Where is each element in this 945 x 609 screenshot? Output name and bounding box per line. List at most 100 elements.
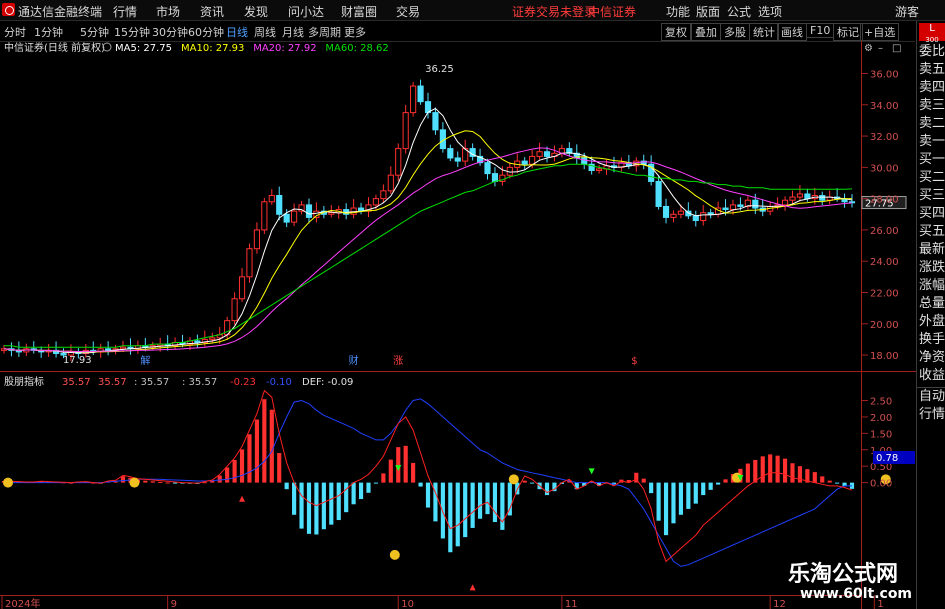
ma60-line	[4, 163, 853, 348]
indicator-legend-value: : 35.57	[182, 377, 217, 388]
indicator-tick-label: 2.50	[870, 396, 892, 407]
sidebar-item-outer[interactable]: 外盘	[917, 313, 945, 331]
candle-body	[305, 204, 313, 218]
x-tick-label: 11	[565, 599, 578, 609]
ma20-line	[3, 147, 853, 353]
indicator-bar	[686, 482, 691, 509]
sidebar-item-buy4[interactable]: 买四	[917, 205, 945, 223]
indicator-bar	[336, 482, 341, 521]
price-tick-label: 26.00	[870, 226, 899, 237]
menu-function[interactable]: 功能	[666, 3, 690, 20]
ma-legend-item: MA5: 27.75	[115, 43, 172, 54]
indicator-bar	[656, 482, 661, 521]
indicator-legend-value: 35.57	[98, 377, 127, 388]
sidebar-item-auto[interactable]: 自动	[917, 387, 945, 406]
watermark-title: 乐淘公式网	[788, 562, 899, 587]
menu-item-wealth[interactable]: 财富圈	[341, 3, 377, 20]
menu-formula[interactable]: 公式	[727, 3, 751, 20]
menu-item-trade[interactable]: 交易	[396, 3, 420, 20]
candle-body	[581, 157, 588, 165]
sidebar-item-sell2[interactable]: 卖二	[917, 115, 945, 133]
candle-body	[291, 210, 298, 223]
candle-body	[796, 193, 804, 198]
menu-layout[interactable]: 版面	[696, 3, 720, 20]
candle-body	[313, 210, 320, 218]
indicator-bar	[262, 399, 267, 483]
menu-item-news[interactable]: 资讯	[200, 3, 224, 20]
login-notice[interactable]: 证券交易未登录	[512, 3, 596, 20]
min-price-label: 17.93	[63, 355, 92, 366]
down-arrow-icon	[588, 468, 595, 475]
indicator-bar	[247, 434, 252, 483]
indicator-bar	[403, 445, 408, 483]
indicator-bar	[225, 467, 230, 483]
menu-options[interactable]: 选项	[758, 3, 782, 20]
expand-icon[interactable]: □	[892, 43, 901, 54]
indicator-bar	[775, 455, 780, 483]
candle-body	[752, 199, 759, 209]
broker-name[interactable]: 中信证券	[588, 3, 636, 20]
indicator-bar	[753, 459, 758, 483]
candle-body	[692, 215, 699, 222]
indicator-bar	[217, 475, 222, 483]
event-mark: 解	[140, 354, 150, 367]
indicator-bar	[827, 480, 832, 483]
indicator-bar	[835, 482, 840, 484]
sidebar-item-buy5[interactable]: 买五	[917, 223, 945, 241]
sidebar-item-sell4[interactable]: 卖四	[917, 79, 945, 97]
sidebar-item-change[interactable]: 涨跌	[917, 259, 945, 277]
indicator-bar	[760, 456, 765, 483]
menu-item-market[interactable]: 市场	[156, 3, 180, 20]
x-tick-label: 12	[773, 599, 786, 609]
sidebar-item-volume[interactable]: 总量	[917, 295, 945, 313]
price-tick-label: 34.00	[870, 101, 899, 112]
candle-body	[119, 346, 127, 350]
board-badge[interactable]: L 300	[919, 23, 945, 44]
indicator-bar	[671, 482, 676, 524]
candle-body	[848, 201, 856, 204]
sidebar-item-net-assets[interactable]: 净资	[917, 349, 945, 367]
indicator-legend-value: -0.10	[266, 377, 292, 388]
stock-chart[interactable]: 中信证券(日线 前复权) ⚙ – □ 股朋指标 MA5: 27.75 MA10: …	[0, 21, 916, 609]
menu-item-discover[interactable]: 发现	[244, 3, 268, 20]
minimize-icon[interactable]: –	[878, 43, 883, 54]
sidebar-item-change-pct[interactable]: 涨幅	[917, 277, 945, 295]
sidebar-item-latest[interactable]: 最新	[917, 241, 945, 259]
sidebar-item-buy3[interactable]: 买三	[917, 187, 945, 205]
indicator-bar	[693, 482, 698, 504]
indicator-bar	[782, 458, 788, 483]
sidebar-item-turnover[interactable]: 换手	[917, 331, 945, 349]
smiley-icon	[508, 474, 519, 485]
indicator-bar	[768, 454, 773, 483]
sidebar-item-buy2[interactable]: 买二	[917, 169, 945, 187]
candle-body	[729, 204, 737, 211]
sidebar-item-sell3[interactable]: 卖三	[917, 97, 945, 115]
app-logo-icon	[2, 3, 15, 16]
sidebar-item-sell1[interactable]: 卖一	[917, 133, 945, 151]
ma-legend: MA5: 27.75 MA10: 27.93 MA20: 27.92 MA60: 28…	[102, 42, 389, 54]
indicator-bar	[232, 459, 237, 483]
indicator-tick-label: 1.50	[870, 429, 892, 440]
guest-label[interactable]: 游客	[895, 3, 919, 20]
menu-item-ask[interactable]: 问小达	[288, 3, 324, 20]
app-title: 通达信金融终端	[18, 5, 103, 19]
candle-body	[781, 199, 789, 206]
indicator-bar	[463, 482, 468, 538]
indicator-bar	[485, 482, 490, 515]
menu-item-quotes[interactable]: 行情	[113, 3, 137, 20]
indicator-bar	[165, 482, 170, 484]
sidebar-item-earnings[interactable]: 收益	[917, 367, 945, 385]
candle-body	[395, 148, 402, 176]
gear-icon[interactable]: ⚙	[864, 43, 873, 54]
price-tick-label: 24.00	[870, 257, 899, 268]
candle-body	[410, 85, 417, 114]
candle-body	[737, 204, 744, 207]
watermark-url: www.60lt.com	[800, 586, 913, 602]
indicator-bar	[344, 482, 349, 513]
sidebar-item-quote[interactable]: 行情	[917, 406, 945, 424]
ma-legend-item: MA20: 27.92	[253, 43, 316, 54]
sidebar-item-buy1[interactable]: 买一	[917, 151, 945, 169]
indicator-bar	[381, 473, 386, 483]
indicator-bar	[663, 482, 669, 536]
sidebar-item-sell5[interactable]: 卖五	[917, 61, 945, 79]
